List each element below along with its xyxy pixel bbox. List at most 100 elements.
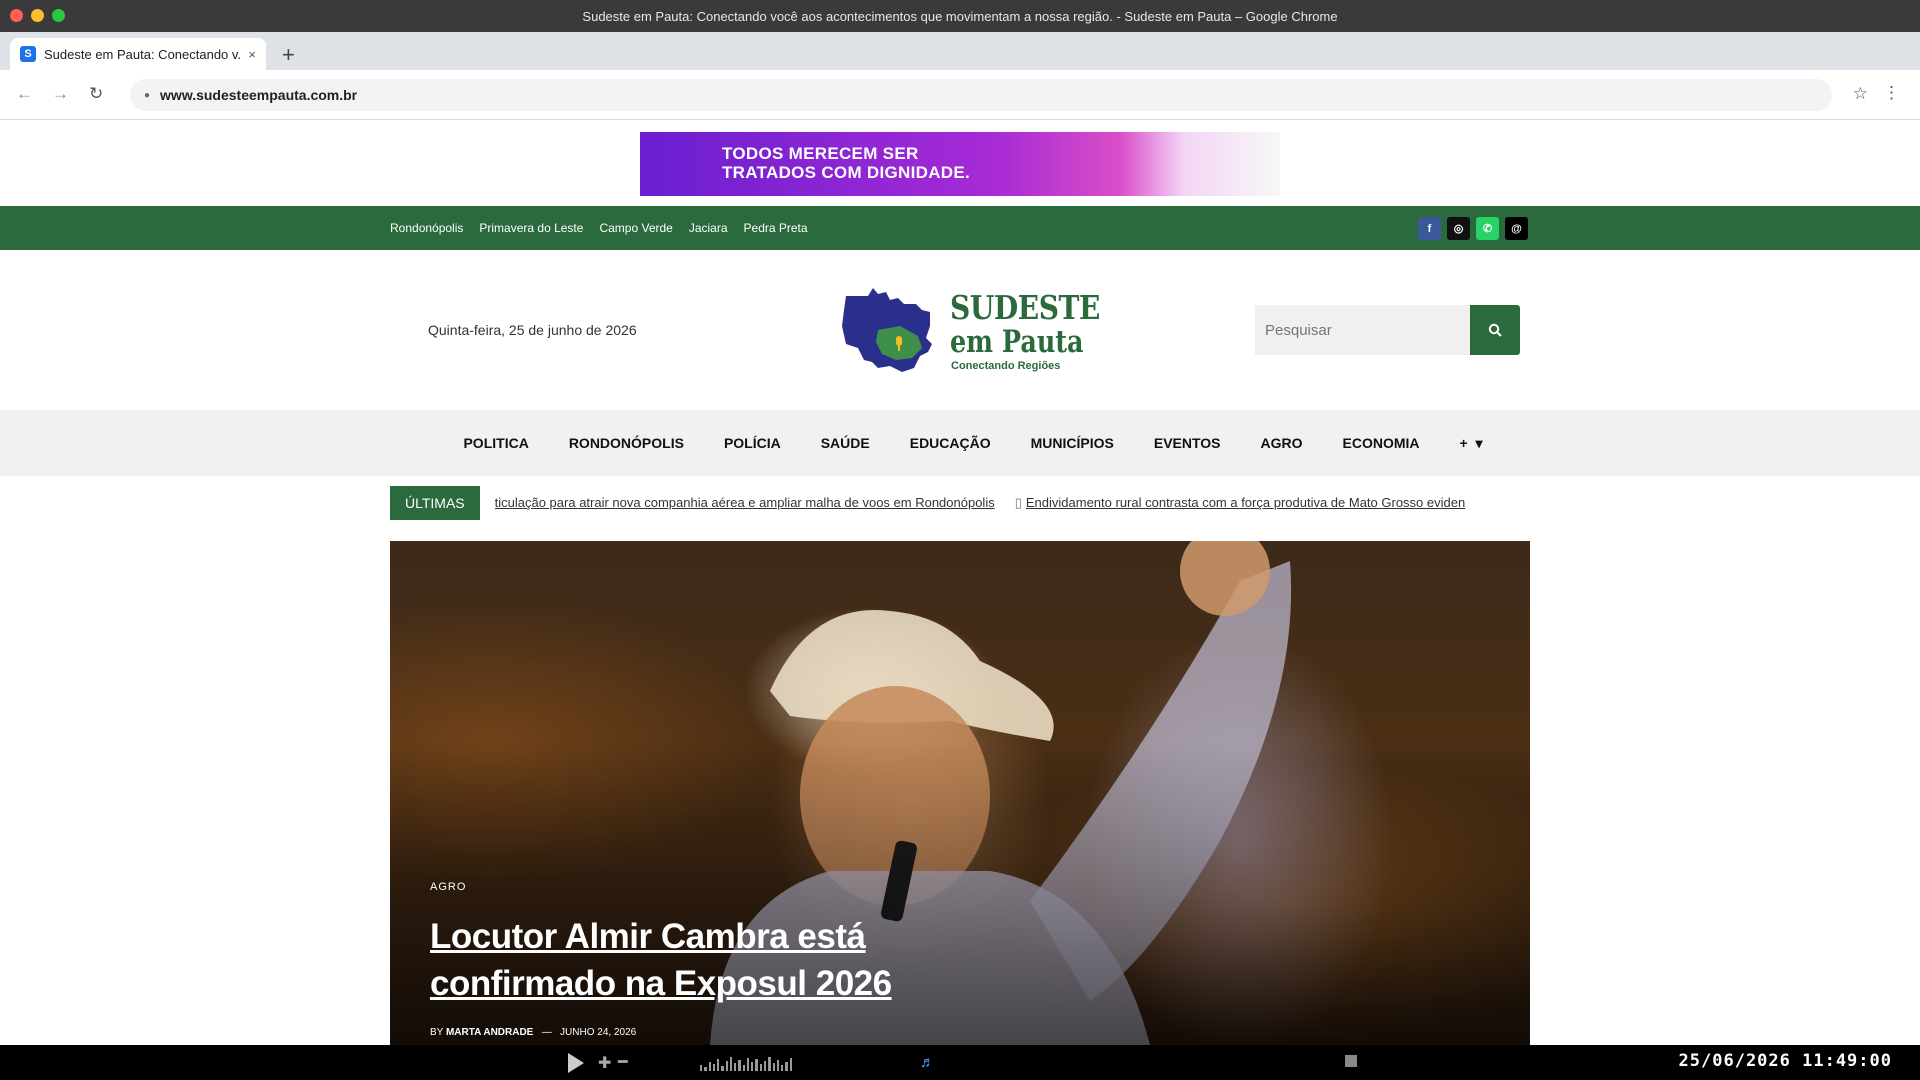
nav-item[interactable]: MUNICÍPIOS (1031, 435, 1114, 452)
equalizer-bar (729, 1057, 733, 1071)
threads-icon[interactable]: @ (1505, 217, 1528, 240)
nav-item[interactable]: SAÚDE (821, 435, 870, 452)
clock: 25/06/2026 11:49:00 (1678, 1051, 1892, 1071)
equalizer-bar (763, 1061, 767, 1071)
tray-icon[interactable] (1345, 1055, 1357, 1067)
chevron-down-icon: ▾ (1475, 434, 1483, 451)
nav-items: POLITICA RONDONÓPOLIS POLÍCIA SAÚDE EDUCAÇÃO… (463, 435, 1482, 452)
ticker-items: ticulação para atrair nova companhia aér… (495, 495, 1475, 511)
equalizer-bar (700, 1065, 703, 1071)
ad-line-1: TODOS MERECEM SER (722, 144, 919, 163)
nav-item[interactable]: POLITICA (463, 435, 528, 452)
equalizer-bar (746, 1058, 750, 1071)
social-links: f ◎ ✆ @ (1418, 217, 1528, 240)
hero-headline[interactable]: Locutor Almir Cambra está confirmado na … (430, 913, 950, 1007)
mato-grosso-map-icon (842, 288, 932, 372)
equalizer-bar (704, 1067, 707, 1071)
nav-item[interactable]: RONDONÓPOLIS (569, 435, 684, 452)
play-icon[interactable] (568, 1053, 584, 1073)
back-button[interactable]: ← (16, 84, 33, 104)
url-text: www.sudesteempauta.com.br (160, 87, 358, 103)
hero-meta: BY MARTA ANDRADE — JUNHO 24, 2026 (430, 1027, 636, 1038)
logo-line-2: em Pauta (950, 324, 1084, 360)
close-tab-icon[interactable]: × (248, 47, 256, 62)
city-link[interactable]: Jaciara (689, 221, 728, 235)
equalizer-bar (768, 1057, 771, 1071)
nav-item[interactable]: POLÍCIA (724, 435, 781, 452)
nav-item[interactable]: ECONOMIA (1343, 435, 1420, 452)
maximize-window-button[interactable] (52, 9, 65, 22)
bookmark-star-icon[interactable]: ☆ (1853, 84, 1868, 104)
ticker-item[interactable]: Endividamento rural contrasta com a forç… (1026, 495, 1465, 510)
equalizer-bar (717, 1059, 720, 1071)
browser-tab[interactable]: S Sudeste em Pauta: Conectando v... × (10, 38, 266, 70)
system-panel: ✚ ━ ♬ 25/06/2026 11:49:00 (0, 1045, 1920, 1080)
current-date: Quinta-feira, 25 de junho de 2026 (428, 322, 637, 338)
instagram-icon[interactable]: ◎ (1447, 217, 1470, 240)
equalizer-icon (700, 1055, 792, 1071)
search-form (1255, 305, 1520, 355)
equalizer-bar (785, 1062, 788, 1071)
tab-title: Sudeste em Pauta: Conectando v... (44, 46, 243, 62)
site-header: Quinta-feira, 25 de junho de 2026 SUDEST… (0, 250, 1920, 410)
equalizer-bar (742, 1065, 745, 1071)
close-window-button[interactable] (10, 9, 23, 22)
ticker-separator-icon: ▯ (1014, 495, 1022, 510)
logo-tagline: Conectando Regiões (951, 360, 1061, 372)
ticker-item[interactable]: ticulação para atrair nova companhia aér… (495, 495, 995, 510)
hero-by: BY (430, 1027, 444, 1038)
equalizer-bar (772, 1063, 775, 1071)
equalizer-bar (738, 1060, 741, 1071)
city-link[interactable]: Primavera do Leste (479, 221, 583, 235)
city-links: Rondonópolis Primavera do Leste Campo Verd… (390, 221, 808, 235)
nav-item[interactable]: AGRO (1261, 435, 1303, 452)
volume-up-icon[interactable]: ✚ (598, 1053, 611, 1073)
equalizer-bar (781, 1065, 784, 1071)
hero-article[interactable]: AGRO Locutor Almir Cambra está confirmad… (390, 541, 1530, 1045)
ad-line-2: TRATADOS COM DIGNIDADE. (722, 163, 971, 182)
forward-button[interactable]: → (52, 84, 69, 104)
reload-button[interactable]: ↻ (89, 84, 103, 104)
favicon-icon: S (20, 46, 36, 62)
nav-more-button[interactable]: + ▾ (1460, 435, 1483, 452)
nav-item[interactable]: EDUCAÇÃO (910, 435, 991, 452)
address-bar[interactable]: ● www.sudesteempauta.com.br (130, 79, 1832, 111)
equalizer-bar (789, 1058, 792, 1071)
search-button[interactable] (1470, 305, 1520, 355)
nav-more-label: + (1459, 434, 1468, 451)
search-icon (1488, 323, 1502, 337)
window-controls (10, 9, 65, 22)
city-link[interactable]: Pedra Preta (744, 221, 808, 235)
city-link[interactable]: Campo Verde (599, 221, 672, 235)
whatsapp-icon[interactable]: ✆ (1476, 217, 1499, 240)
hero-date: JUNHO 24, 2026 (560, 1027, 637, 1038)
equalizer-bar (721, 1066, 724, 1071)
music-note-icon[interactable]: ♬ (920, 1054, 935, 1071)
browser-menu-icon[interactable]: ⋮ (1883, 83, 1900, 103)
hero-dash: — (541, 1027, 552, 1038)
volume-down-icon[interactable]: ━ (618, 1052, 628, 1072)
hero-category[interactable]: AGRO (430, 881, 466, 893)
site-logo[interactable]: SUDESTE em Pauta Conectando Regiões (838, 286, 1100, 376)
minimize-window-button[interactable] (31, 9, 44, 22)
top-bar: Rondonópolis Primavera do Leste Campo Verd… (0, 206, 1920, 250)
browser-toolbar: ← → ↻ ● www.sudesteempauta.com.br ☆ ⋮ (0, 70, 1920, 120)
equalizer-bar (759, 1064, 762, 1071)
equalizer-bar (755, 1059, 758, 1071)
search-input[interactable] (1255, 305, 1470, 355)
equalizer-bar (708, 1062, 711, 1071)
equalizer-bar (712, 1064, 716, 1071)
city-link[interactable]: Rondonópolis (390, 221, 463, 235)
site-info-icon[interactable]: ● (144, 90, 150, 101)
logo-line-1: SUDESTE (950, 288, 1100, 327)
window-titlebar: Sudeste em Pauta: Conectando você aos ac… (0, 0, 1920, 32)
new-tab-button[interactable]: + (282, 42, 295, 68)
hero-author[interactable]: MARTA ANDRADE (446, 1027, 533, 1038)
equalizer-bar (776, 1060, 780, 1071)
news-ticker: ÚLTIMAS ticulação para atrair nova compa… (390, 486, 1530, 520)
ad-banner[interactable]: TODOS MERECEM SER TRATADOS COM DIGNIDADE… (640, 132, 1280, 196)
nav-item[interactable]: EVENTOS (1154, 435, 1221, 452)
ticker-label: ÚLTIMAS (390, 486, 480, 520)
facebook-icon[interactable]: f (1418, 217, 1441, 240)
equalizer-bar (751, 1062, 754, 1071)
